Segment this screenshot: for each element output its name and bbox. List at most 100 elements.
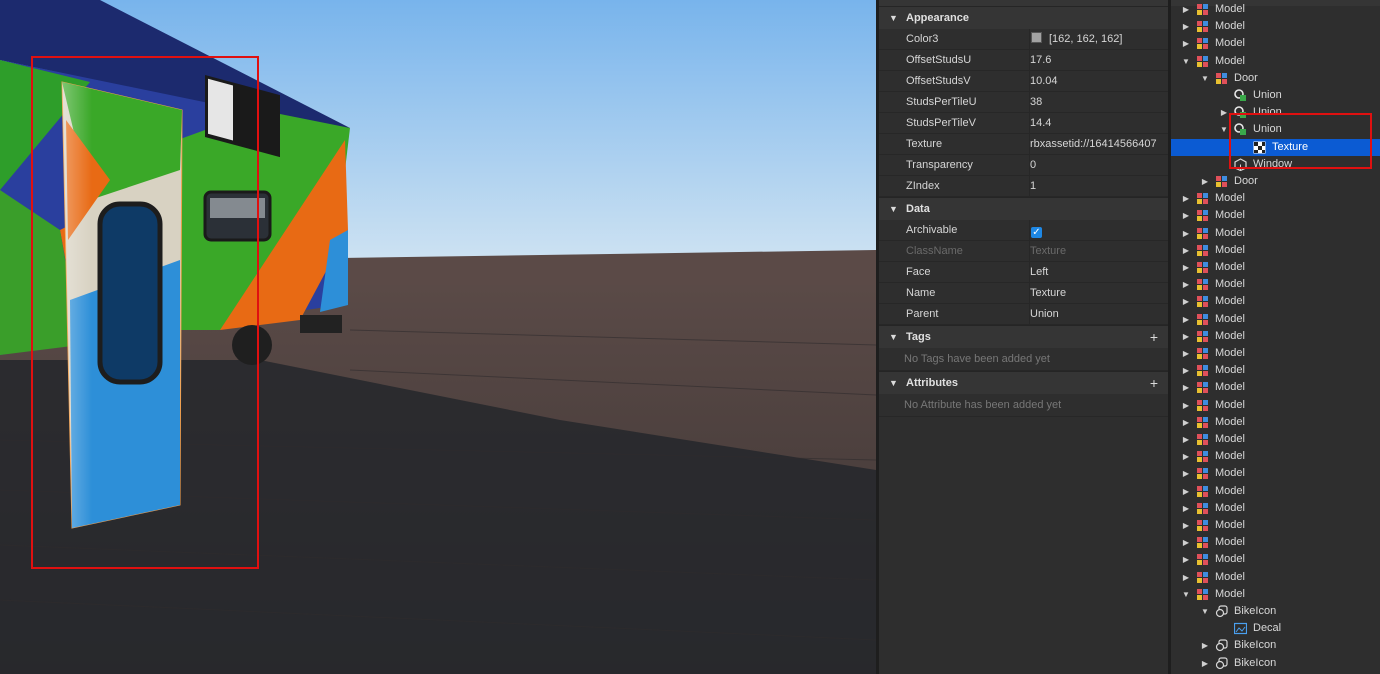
prop-row-texture[interactable]: Texture rbxassetid://16414566407 bbox=[879, 134, 1168, 155]
prop-row-zindex[interactable]: ZIndex 1 bbox=[879, 176, 1168, 197]
tree-item-window[interactable]: Window bbox=[1171, 156, 1380, 173]
tree-item-model[interactable]: ▶ Model bbox=[1171, 259, 1380, 276]
tree-item-model[interactable]: ▶ Model bbox=[1171, 1, 1380, 18]
expand-arrow-icon[interactable]: ▼ bbox=[1200, 603, 1210, 620]
collapse-arrow-icon[interactable]: ▶ bbox=[1200, 173, 1210, 190]
prop-value[interactable]: 17.6 bbox=[1029, 50, 1162, 70]
collapse-arrow-icon[interactable]: ▶ bbox=[1181, 225, 1191, 242]
tree-item-decal[interactable]: Decal bbox=[1171, 620, 1380, 637]
collapse-arrow-icon[interactable]: ▶ bbox=[1181, 259, 1191, 276]
tree-item-door[interactable]: ▼ Door bbox=[1171, 70, 1380, 87]
expand-arrow-icon[interactable]: ▼ bbox=[1219, 121, 1229, 138]
section-tags[interactable]: ▼ Tags + bbox=[879, 325, 1168, 348]
tree-item-union[interactable]: Union bbox=[1171, 87, 1380, 104]
collapse-arrow-icon[interactable]: ▶ bbox=[1181, 35, 1191, 52]
prop-row-name[interactable]: Name Texture bbox=[879, 283, 1168, 304]
tree-item-model[interactable]: ▶ Model bbox=[1171, 225, 1380, 242]
collapse-arrow-icon[interactable]: ▶ bbox=[1181, 448, 1191, 465]
collapse-arrow-icon[interactable]: ▶ bbox=[1181, 414, 1191, 431]
collapse-arrow-icon[interactable]: ▼ bbox=[889, 7, 898, 29]
tree-item-model[interactable]: ▶ Model bbox=[1171, 276, 1380, 293]
collapse-arrow-icon[interactable]: ▶ bbox=[1181, 500, 1191, 517]
tree-item-model[interactable]: ▶ Model bbox=[1171, 379, 1380, 396]
collapse-arrow-icon[interactable]: ▶ bbox=[1219, 104, 1229, 121]
color-swatch-icon[interactable] bbox=[1031, 32, 1042, 43]
prop-value[interactable]: 38 bbox=[1029, 92, 1162, 112]
prop-row-parent[interactable]: Parent Union bbox=[879, 304, 1168, 325]
prop-value[interactable]: 14.4 bbox=[1029, 113, 1162, 133]
tree-item-model[interactable]: ▶ Model bbox=[1171, 414, 1380, 431]
tree-item-model[interactable]: ▶ Model bbox=[1171, 431, 1380, 448]
tree-item-union[interactable]: ▼ Union bbox=[1171, 121, 1380, 138]
collapse-arrow-icon[interactable]: ▼ bbox=[889, 326, 898, 348]
add-attribute-icon[interactable]: + bbox=[1150, 372, 1158, 394]
collapse-arrow-icon[interactable]: ▶ bbox=[1181, 293, 1191, 310]
prop-row-studspertileu[interactable]: StudsPerTileU 38 bbox=[879, 92, 1168, 113]
tree-item-bikeicon[interactable]: ▶ BikeIcon bbox=[1171, 655, 1380, 672]
tree-item-model[interactable]: ▶ Model bbox=[1171, 190, 1380, 207]
tree-item-bikeicon[interactable]: ▶ BikeIcon bbox=[1171, 637, 1380, 654]
tree-item-model[interactable]: ▶ Model bbox=[1171, 35, 1380, 52]
expand-arrow-icon[interactable]: ▼ bbox=[1181, 53, 1191, 70]
tree-item-model[interactable]: ▶ Model bbox=[1171, 483, 1380, 500]
prop-value[interactable]: Union bbox=[1029, 304, 1162, 324]
collapse-arrow-icon[interactable]: ▶ bbox=[1181, 431, 1191, 448]
tree-item-model[interactable]: ▼ Model bbox=[1171, 586, 1380, 603]
game-viewport[interactable] bbox=[0, 0, 876, 674]
tree-item-model[interactable]: ▶ Model bbox=[1171, 500, 1380, 517]
tree-item-model[interactable]: ▶ Model bbox=[1171, 293, 1380, 310]
tree-item-model[interactable]: ▶ Model bbox=[1171, 534, 1380, 551]
collapse-arrow-icon[interactable]: ▶ bbox=[1181, 517, 1191, 534]
prop-value[interactable]: Left bbox=[1029, 262, 1162, 282]
prop-value[interactable]: rbxassetid://16414566407 bbox=[1029, 134, 1162, 154]
tree-item-model[interactable]: ▶ Model bbox=[1171, 448, 1380, 465]
collapse-arrow-icon[interactable]: ▶ bbox=[1181, 242, 1191, 259]
tree-item-model[interactable]: ▶ Model bbox=[1171, 207, 1380, 224]
collapse-arrow-icon[interactable]: ▶ bbox=[1181, 551, 1191, 568]
prop-row-transparency[interactable]: Transparency 0 bbox=[879, 155, 1168, 176]
section-data[interactable]: ▼ Data bbox=[879, 197, 1168, 220]
tree-item-model[interactable]: ▶ Model bbox=[1171, 569, 1380, 586]
archivable-checkbox[interactable]: ✓ bbox=[1031, 227, 1042, 238]
collapse-arrow-icon[interactable]: ▶ bbox=[1181, 190, 1191, 207]
prop-value[interactable]: Texture bbox=[1029, 283, 1162, 303]
tree-item-model[interactable]: ▶ Model bbox=[1171, 397, 1380, 414]
tree-item-model[interactable]: ▶ Model bbox=[1171, 18, 1380, 35]
prop-value[interactable]: 10.04 bbox=[1029, 71, 1162, 91]
tree-item-model[interactable]: ▶ Model bbox=[1171, 551, 1380, 568]
tree-item-model[interactable]: ▶ Model bbox=[1171, 517, 1380, 534]
expand-arrow-icon[interactable]: ▼ bbox=[1200, 70, 1210, 87]
collapse-arrow-icon[interactable]: ▶ bbox=[1181, 483, 1191, 500]
collapse-arrow-icon[interactable]: ▶ bbox=[1181, 18, 1191, 35]
collapse-arrow-icon[interactable]: ▶ bbox=[1181, 328, 1191, 345]
tree-item-bikeicon[interactable]: ▼ BikeIcon bbox=[1171, 603, 1380, 620]
section-attributes[interactable]: ▼ Attributes + bbox=[879, 371, 1168, 394]
collapse-arrow-icon[interactable]: ▶ bbox=[1181, 534, 1191, 551]
prop-row-offsetstudsu[interactable]: OffsetStudsU 17.6 bbox=[879, 50, 1168, 71]
tree-item-model[interactable]: ▶ Model bbox=[1171, 328, 1380, 345]
collapse-arrow-icon[interactable]: ▶ bbox=[1200, 637, 1210, 654]
collapse-arrow-icon[interactable]: ▼ bbox=[889, 198, 898, 220]
collapse-arrow-icon[interactable]: ▶ bbox=[1181, 569, 1191, 586]
tree-item-model[interactable]: ▶ Model bbox=[1171, 465, 1380, 482]
tree-item-union[interactable]: ▶ Union bbox=[1171, 104, 1380, 121]
add-tag-icon[interactable]: + bbox=[1150, 326, 1158, 348]
collapse-arrow-icon[interactable]: ▶ bbox=[1181, 207, 1191, 224]
expand-arrow-icon[interactable]: ▼ bbox=[1181, 586, 1191, 603]
collapse-arrow-icon[interactable]: ▶ bbox=[1181, 1, 1191, 18]
collapse-arrow-icon[interactable]: ▼ bbox=[889, 372, 898, 394]
tree-item-model[interactable]: ▶ Model bbox=[1171, 242, 1380, 259]
tree-item-model[interactable]: ▶ Model bbox=[1171, 311, 1380, 328]
prop-row-archivable[interactable]: Archivable ✓ bbox=[879, 220, 1168, 241]
collapse-arrow-icon[interactable]: ▶ bbox=[1200, 655, 1210, 672]
collapse-arrow-icon[interactable]: ▶ bbox=[1181, 276, 1191, 293]
tree-item-door[interactable]: ▶ Door bbox=[1171, 173, 1380, 190]
prop-row-color3[interactable]: Color3 [162, 162, 162] bbox=[879, 29, 1168, 50]
collapse-arrow-icon[interactable]: ▶ bbox=[1181, 397, 1191, 414]
prop-value[interactable]: 0 bbox=[1029, 155, 1162, 175]
prop-row-face[interactable]: Face Left bbox=[879, 262, 1168, 283]
collapse-arrow-icon[interactable]: ▶ bbox=[1181, 362, 1191, 379]
prop-value[interactable]: 1 bbox=[1029, 176, 1162, 196]
prop-row-offsetstudsv[interactable]: OffsetStudsV 10.04 bbox=[879, 71, 1168, 92]
tree-item-texture[interactable]: Texture bbox=[1171, 138, 1380, 156]
